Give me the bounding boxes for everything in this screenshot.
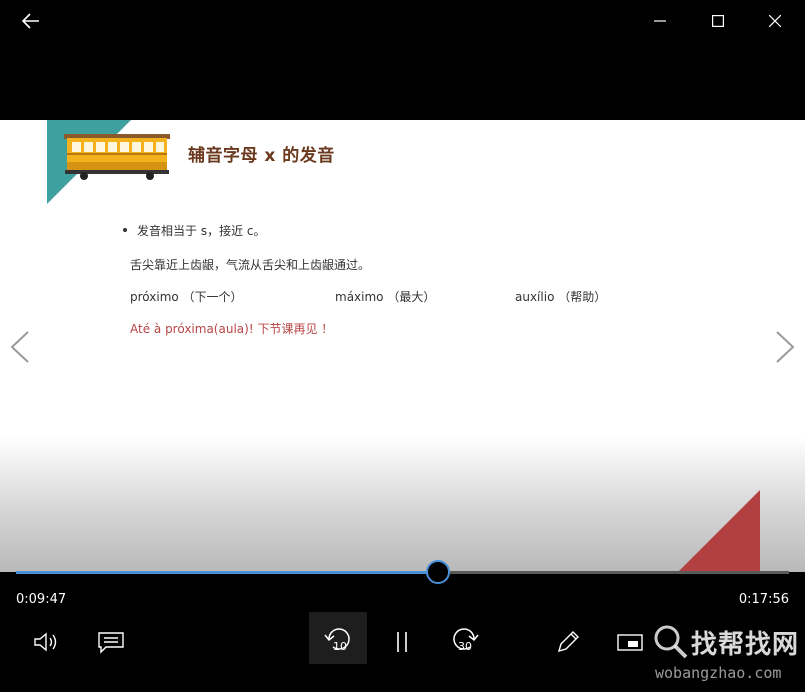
skip-forward-seconds: 30 bbox=[458, 640, 472, 653]
maximize-button[interactable] bbox=[703, 8, 733, 34]
skip-forward-button[interactable]: 30 bbox=[436, 612, 494, 664]
arrow-left-icon bbox=[22, 13, 39, 29]
progress-bar[interactable] bbox=[16, 560, 789, 584]
magnifier-icon bbox=[654, 625, 688, 659]
watermark: 找帮找网 wobangzhao.com bbox=[654, 622, 805, 692]
maximize-icon bbox=[712, 15, 724, 27]
minimize-button[interactable] bbox=[645, 8, 675, 34]
volume-button[interactable] bbox=[30, 622, 64, 662]
pen-icon bbox=[557, 631, 579, 653]
farewell-text: Até à próxima(aula)! 下节课再见 ！ bbox=[130, 322, 334, 336]
elapsed-time: 0:09:47 bbox=[16, 592, 67, 607]
volume-icon bbox=[34, 632, 57, 652]
skip-back-seconds: 10 bbox=[333, 640, 347, 653]
back-button[interactable] bbox=[16, 8, 46, 34]
title-bar bbox=[0, 0, 805, 44]
example-word: máximo （最大） bbox=[335, 290, 436, 304]
close-button[interactable] bbox=[760, 8, 790, 34]
pause-button[interactable] bbox=[388, 622, 416, 662]
tram-image bbox=[64, 134, 170, 180]
miniview-button[interactable] bbox=[615, 622, 645, 662]
captions-icon bbox=[98, 632, 124, 654]
watermark-sub: wobangzhao.com bbox=[655, 664, 782, 682]
bullet-text: 发音相当于 s，接近 c。 bbox=[137, 224, 266, 238]
example-word: auxílio （帮助） bbox=[515, 290, 607, 304]
minimize-icon bbox=[654, 20, 666, 22]
total-time: 0:17:56 bbox=[738, 592, 789, 607]
video-frame[interactable]: 辅音字母 x 的发音 发音相当于 s，接近 c。 舌尖靠近上齿龈，气流从舌尖和上… bbox=[0, 120, 805, 572]
description-text: 舌尖靠近上齿龈，气流从舌尖和上齿龈通过。 bbox=[130, 258, 371, 272]
previous-arrow-icon[interactable] bbox=[8, 330, 32, 364]
red-corner-decoration bbox=[678, 490, 760, 572]
slide-title: 辅音字母 x 的发音 bbox=[188, 146, 335, 166]
bullet-dot bbox=[123, 228, 127, 232]
pen-button[interactable] bbox=[553, 622, 583, 662]
close-icon bbox=[769, 15, 781, 27]
progress-fill bbox=[16, 571, 438, 574]
pause-icon bbox=[397, 632, 407, 652]
miniview-icon bbox=[617, 634, 643, 651]
example-word: próximo （下一个） bbox=[130, 290, 243, 304]
watermark-main: 找帮找网 bbox=[691, 630, 800, 660]
progress-thumb[interactable] bbox=[426, 560, 450, 584]
next-arrow-icon[interactable] bbox=[773, 330, 797, 364]
captions-button[interactable] bbox=[94, 622, 128, 662]
skip-back-button[interactable]: 10 bbox=[309, 612, 367, 664]
